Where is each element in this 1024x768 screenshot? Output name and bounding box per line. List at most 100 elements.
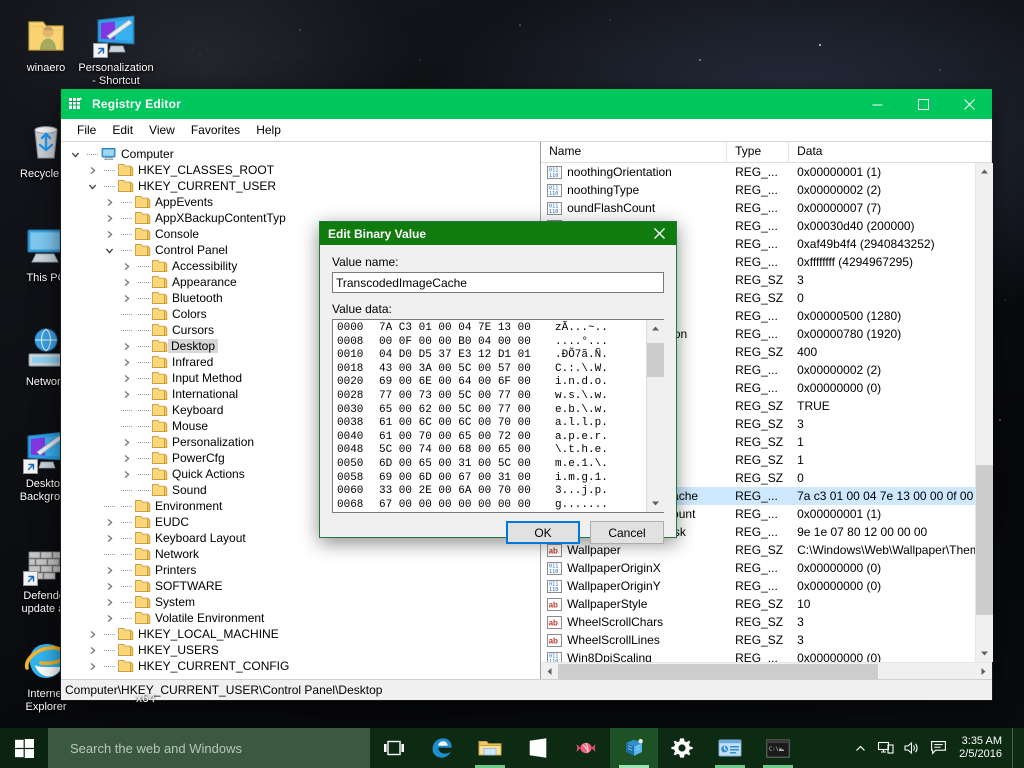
chevron-right-icon[interactable] xyxy=(101,226,118,242)
registry-editor-window[interactable]: Registry Editor FileEditViewFavoritesHel… xyxy=(60,88,993,701)
menu-item-view[interactable]: View xyxy=(141,121,183,139)
chevron-down-icon[interactable] xyxy=(67,146,84,162)
scrollbar-thumb[interactable] xyxy=(976,465,993,615)
values-horizontal-scrollbar[interactable] xyxy=(541,662,992,679)
chevron-right-icon[interactable] xyxy=(84,626,101,642)
hex-row[interactable]: 002069 00 6E 00 64 00 6F 00i.n.d.o. xyxy=(337,376,646,390)
scroll-left-icon[interactable] xyxy=(541,663,558,680)
tree-item-hkey-classes-root[interactable]: HKEY_CLASSES_ROOT xyxy=(67,162,540,178)
table-row[interactable]: 011110oundFlashCountREG_...0x00000007 (7… xyxy=(541,199,975,217)
hex-scrollbar-thumb[interactable] xyxy=(647,343,664,377)
chevron-right-icon[interactable] xyxy=(101,594,118,610)
chevron-right-icon[interactable] xyxy=(84,162,101,178)
menu-item-edit[interactable]: Edit xyxy=(104,121,141,139)
value-name-input[interactable]: TranscodedImageCache xyxy=(332,272,664,293)
network-icon[interactable] xyxy=(873,728,899,768)
table-row[interactable]: abWheelScrollLinesREG_SZ3 xyxy=(541,631,975,649)
chevron-down-icon[interactable] xyxy=(101,242,118,258)
desktop-icon-winaero[interactable]: winaero xyxy=(8,12,84,75)
chevron-right-icon[interactable] xyxy=(118,290,135,306)
tree-item-printers[interactable]: Printers xyxy=(67,562,540,578)
hex-vertical-scrollbar[interactable] xyxy=(646,320,663,512)
table-row[interactable]: 011110WallpaperOriginYREG_...0x00000000 … xyxy=(541,577,975,595)
close-button[interactable] xyxy=(946,89,992,119)
tree-item-hkey-users[interactable]: HKEY_USERS xyxy=(67,642,540,658)
taskbar-button-registry-editor[interactable] xyxy=(610,728,658,768)
ok-button[interactable]: OK xyxy=(506,521,580,544)
scrollbar-track-upper[interactable] xyxy=(976,180,993,465)
hex-track-lower[interactable] xyxy=(647,377,664,495)
chevron-down-icon[interactable] xyxy=(84,178,101,194)
table-row[interactable]: abWheelScrollCharsREG_SZ3 xyxy=(541,613,975,631)
chevron-right-icon[interactable] xyxy=(101,514,118,530)
hex-editor-content[interactable]: 00007A C3 01 00 04 7E 13 00zÃ...~..00080… xyxy=(333,320,646,512)
tree-item-volatile-environment[interactable]: Volatile Environment xyxy=(67,610,540,626)
hex-row[interactable]: 000800 0F 00 00 B0 04 00 00....°... xyxy=(337,336,646,350)
chevron-right-icon[interactable] xyxy=(118,434,135,450)
column-header-name[interactable]: Name xyxy=(541,142,727,162)
chevron-up-icon[interactable] xyxy=(847,728,873,768)
taskbar-button-task-view[interactable] xyxy=(370,728,418,768)
maximize-button[interactable] xyxy=(900,89,946,119)
column-header-type[interactable]: Type xyxy=(727,142,789,162)
hex-row[interactable]: 006867 00 00 00 00 00 00 00g....... xyxy=(337,499,646,513)
table-row[interactable]: 011110WallpaperOriginXREG_...0x00000000 … xyxy=(541,559,975,577)
tree-item-system[interactable]: System xyxy=(67,594,540,610)
chevron-right-icon[interactable] xyxy=(118,370,135,386)
chevron-right-icon[interactable] xyxy=(101,578,118,594)
hex-row[interactable]: 002877 00 73 00 5C 00 77 00w.s.\.w. xyxy=(337,390,646,404)
hex-editor[interactable]: 00007A C3 01 00 04 7E 13 00zÃ...~..00080… xyxy=(332,319,664,513)
chevron-right-icon[interactable] xyxy=(118,258,135,274)
hex-row[interactable]: 004061 00 70 00 65 00 72 00a.p.e.r. xyxy=(337,431,646,445)
table-row[interactable]: abWallpaperStyleREG_SZ10 xyxy=(541,595,975,613)
chevron-right-icon[interactable] xyxy=(84,642,101,658)
chevron-right-icon[interactable] xyxy=(118,354,135,370)
start-button[interactable] xyxy=(0,728,48,768)
chevron-right-icon[interactable] xyxy=(84,658,101,674)
tree-item-computer[interactable]: Computer xyxy=(67,146,540,162)
chevron-right-icon[interactable] xyxy=(118,386,135,402)
taskbar-button-file-explorer[interactable] xyxy=(466,728,514,768)
speaker-icon[interactable] xyxy=(899,728,925,768)
minimize-button[interactable] xyxy=(854,89,900,119)
taskbar-button-command-prompt[interactable]: C:\> xyxy=(754,728,802,768)
menu-item-favorites[interactable]: Favorites xyxy=(183,121,248,139)
hex-row[interactable]: 005869 00 6D 00 67 00 31 00i.m.g.1. xyxy=(337,472,646,486)
hex-scroll-down-icon[interactable] xyxy=(647,495,664,512)
hex-row[interactable]: 001004 D0 D5 37 E3 12 D1 01.ÐÕ7ã.Ñ. xyxy=(337,349,646,363)
show-desktop-button[interactable] xyxy=(1012,728,1018,768)
values-vertical-scrollbar[interactable] xyxy=(975,163,992,662)
tree-item-hkey-local-machine[interactable]: HKEY_LOCAL_MACHINE xyxy=(67,626,540,642)
chevron-right-icon[interactable] xyxy=(101,194,118,210)
search-input[interactable]: Search the web and Windows xyxy=(48,728,370,768)
taskbar-button-settings[interactable] xyxy=(658,728,706,768)
dialog-titlebar[interactable]: Edit Binary Value xyxy=(320,222,676,245)
tree-item-software[interactable]: SOFTWARE xyxy=(67,578,540,594)
taskbar[interactable]: Search the web and Windows C:\> xyxy=(0,728,1024,768)
taskbar-button-microsoft-edge[interactable] xyxy=(418,728,466,768)
desktop[interactable]: winaeroPersonalization - ShortcutRecycle… xyxy=(0,0,1024,768)
hex-scroll-up-icon[interactable] xyxy=(647,320,664,337)
scroll-right-icon[interactable] xyxy=(975,663,992,680)
hex-row[interactable]: 00506D 00 65 00 31 00 5C 00m.e.1.\. xyxy=(337,458,646,472)
hex-row[interactable]: 001843 00 3A 00 5C 00 57 00C.:.\.W. xyxy=(337,363,646,377)
desktop-icon-personalization-shortcut[interactable]: Personalization - Shortcut xyxy=(78,12,154,88)
dialog-close-button[interactable] xyxy=(642,222,676,245)
taskbar-button-candy[interactable] xyxy=(562,728,610,768)
chevron-right-icon[interactable] xyxy=(101,562,118,578)
column-header-data[interactable]: Data xyxy=(789,142,992,162)
window-titlebar[interactable]: Registry Editor xyxy=(61,89,992,119)
chevron-right-icon[interactable] xyxy=(101,530,118,546)
chevron-right-icon[interactable] xyxy=(101,610,118,626)
scroll-down-icon[interactable] xyxy=(976,645,993,662)
chevron-right-icon[interactable] xyxy=(101,210,118,226)
clock[interactable]: 3:35 AM 2/5/2016 xyxy=(951,735,1012,761)
tree-item-appevents[interactable]: AppEvents xyxy=(67,194,540,210)
edit-binary-value-dialog[interactable]: Edit Binary Value Value name: Transcoded… xyxy=(319,221,677,538)
tree-item-hkey-current-config[interactable]: HKEY_CURRENT_CONFIG xyxy=(67,658,540,674)
table-row[interactable]: 011110Win8DpiScalingREG_...0x00000000 (0… xyxy=(541,649,975,662)
tree-item-hkey-current-user[interactable]: HKEY_CURRENT_USER xyxy=(67,178,540,194)
action-center-icon[interactable] xyxy=(925,728,951,768)
values-column-header[interactable]: Name Type Data xyxy=(541,142,992,163)
hscrollbar-thumb[interactable] xyxy=(558,664,878,679)
